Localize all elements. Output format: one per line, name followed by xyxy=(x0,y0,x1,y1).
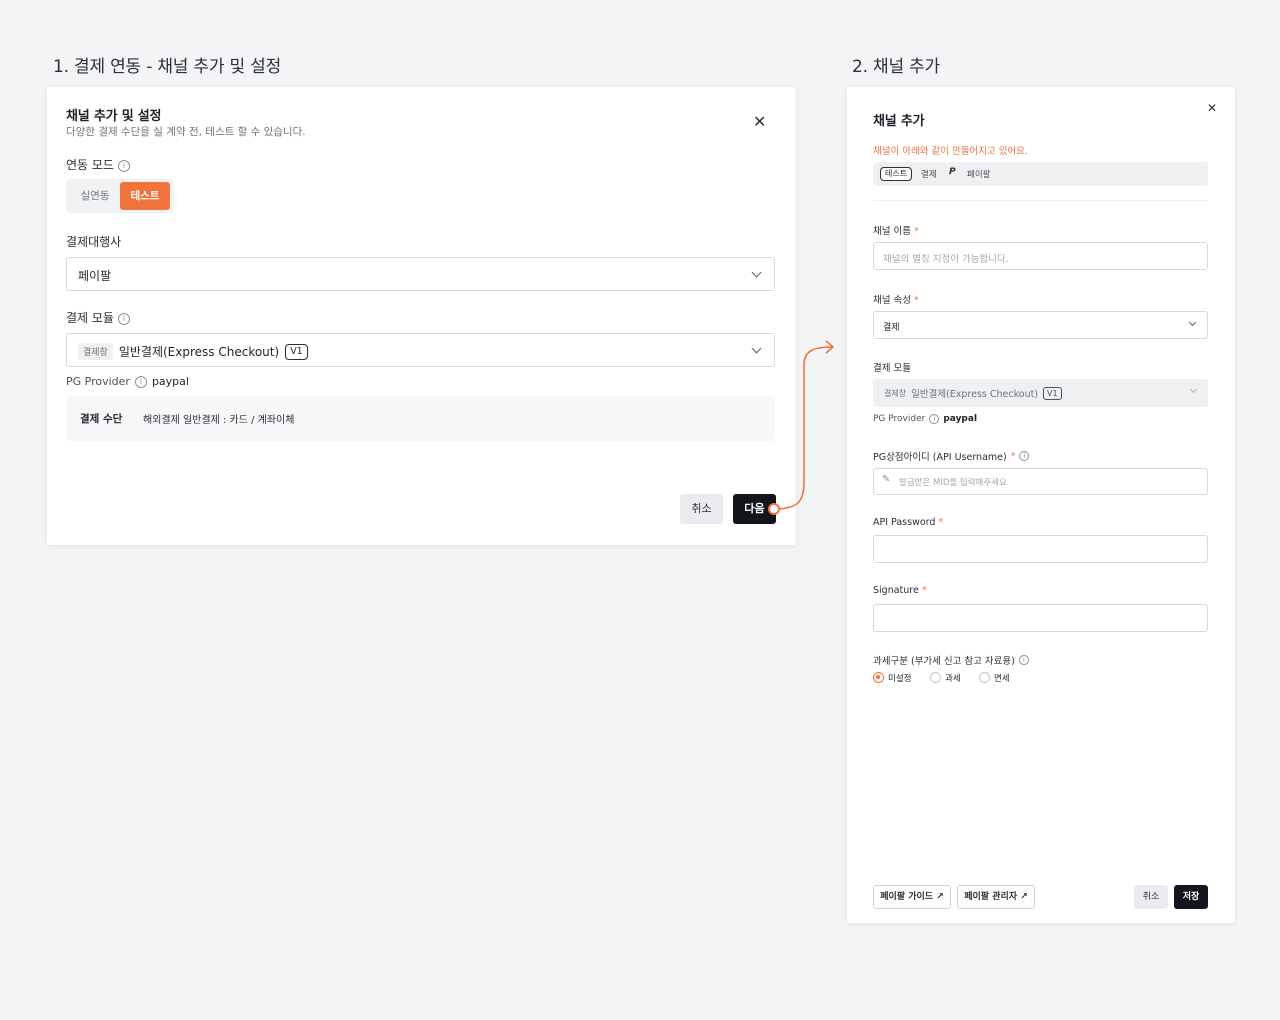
mode-toggle: 실연동 테스트 xyxy=(66,179,174,213)
method-label: 결제 수단 xyxy=(80,413,123,425)
provider-row: PG Provider i paypal xyxy=(873,414,977,424)
cancel-button[interactable]: 취소 xyxy=(680,494,723,524)
tax-radio-exempt[interactable] xyxy=(979,672,990,683)
module-label: 결제 모듈 i xyxy=(66,309,130,326)
module-version-badge: V1 xyxy=(285,343,308,360)
status-notice: 채널이 아래와 같이 만들어지고 있어요. xyxy=(873,146,1028,157)
channel-add-panel: ✕ 채널 추가 채널이 아래와 같이 만들어지고 있어요. 테스트 결제 P 페… xyxy=(847,87,1235,923)
chevron-down-icon xyxy=(751,267,762,278)
info-icon[interactable]: i xyxy=(117,159,130,172)
provider-label: PG Provider xyxy=(66,375,130,388)
dialog-title: 채널 추가 및 설정 xyxy=(66,109,162,124)
attr-label: 채널 속성 * xyxy=(873,295,919,306)
module-select-disabled: 결제창 일반결제(Express Checkout) V1 xyxy=(873,379,1208,407)
flow-arrow xyxy=(768,340,835,515)
pg-label: 결제대행사 xyxy=(66,235,122,249)
mode-label: 연동 모드 i xyxy=(66,156,130,173)
module-value: 일반결제(Express Checkout) xyxy=(118,345,280,359)
cancel-button[interactable]: 취소 xyxy=(1134,885,1168,909)
module-tag: 결제창 xyxy=(884,388,907,398)
module-version-badge: V1 xyxy=(1043,386,1062,400)
channel-name-placeholder: 채널의 별칭 지정이 가능합니다. xyxy=(883,254,1009,265)
paypal-admin-button[interactable]: 페이팔 관리자 ↗ xyxy=(957,885,1035,909)
tax-radio-unset[interactable] xyxy=(873,672,884,683)
preview-mode-tag: 테스트 xyxy=(880,167,913,181)
pg-select[interactable]: 페이팔 xyxy=(66,257,775,291)
mode-option-test[interactable]: 테스트 xyxy=(120,182,170,210)
pencil-icon: ✎ xyxy=(882,474,891,485)
provider-row: PG Provider i paypal xyxy=(66,375,189,388)
step1-title: 1. 결제 연동 - 채널 추가 및 설정 xyxy=(53,57,282,77)
preview-type: 결제 xyxy=(921,170,937,180)
tax-label: 과세구분 (부가세 신고 참고 자료용) i xyxy=(873,653,1029,667)
channel-setup-dialog: 채널 추가 및 설정 다양한 결제 수단을 실 계약 전, 테스트 할 수 있습… xyxy=(47,87,796,545)
signature-input[interactable] xyxy=(873,604,1208,632)
close-icon[interactable]: ✕ xyxy=(1207,101,1217,115)
tax-option-label: 미설정 xyxy=(888,674,912,684)
save-button[interactable]: 저장 xyxy=(1174,885,1208,909)
module-tag: 결제창 xyxy=(78,343,113,360)
info-icon[interactable]: i xyxy=(1019,451,1030,461)
mode-option-live[interactable]: 실연동 xyxy=(70,182,120,210)
password-label: API Password * xyxy=(873,517,944,528)
paypal-icon: P xyxy=(949,167,956,177)
pg-select-value: 페이팔 xyxy=(78,269,112,283)
dialog-subtitle: 다양한 결제 수단을 실 계약 전, 테스트 할 수 있습니다. xyxy=(66,126,306,138)
step2-title: 2. 채널 추가 xyxy=(852,57,940,77)
channel-preview: 테스트 결제 P 페이팔 xyxy=(873,162,1208,186)
info-icon[interactable]: i xyxy=(1018,655,1029,665)
close-icon[interactable]: ✕ xyxy=(753,112,766,131)
tax-option-label: 과세 xyxy=(945,674,961,684)
signature-label: Signature * xyxy=(873,585,927,596)
module-value: 일반결제(Express Checkout) xyxy=(911,389,1039,400)
provider-value: paypal xyxy=(151,375,189,388)
channel-attr-value: 결제 xyxy=(883,323,900,333)
mid-input[interactable]: ✎ 발급받은 MID를 입력해주세요 xyxy=(873,468,1208,495)
panel-title: 채널 추가 xyxy=(873,114,925,129)
tax-option-label: 면세 xyxy=(994,674,1010,684)
payment-method-box: 결제 수단 해외결제 일반결제 : 카드 / 계좌이체 xyxy=(66,396,775,441)
paypal-guide-button[interactable]: 페이팔 가이드 ↗ xyxy=(873,885,951,909)
module-select[interactable]: 결제창 일반결제(Express Checkout) V1 xyxy=(66,333,775,367)
mid-label: PG상점아이디 (API Username) * i xyxy=(873,449,1030,463)
name-label: 채널 이름 * xyxy=(873,226,919,237)
api-password-input[interactable] xyxy=(873,535,1208,563)
method-value: 해외결제 일반결제 : 카드 / 계좌이체 xyxy=(143,415,295,426)
info-icon[interactable]: i xyxy=(134,375,147,388)
tax-radio-taxable[interactable] xyxy=(930,672,941,683)
divider xyxy=(873,200,1208,201)
provider-label: PG Provider xyxy=(873,414,926,424)
module-label: 결제 모듈 xyxy=(873,363,911,374)
info-icon[interactable]: i xyxy=(117,312,130,325)
channel-name-input[interactable]: 채널의 별칭 지정이 가능합니다. xyxy=(873,242,1208,270)
provider-value: paypal xyxy=(943,414,978,424)
info-icon[interactable]: i xyxy=(929,414,940,424)
chevron-down-icon xyxy=(1189,385,1198,394)
preview-pg-name: 페이팔 xyxy=(967,170,991,180)
chevron-down-icon xyxy=(1188,318,1197,327)
channel-attr-select[interactable]: 결제 xyxy=(873,311,1208,339)
mid-placeholder: 발급받은 MID를 입력해주세요 xyxy=(899,478,1007,488)
